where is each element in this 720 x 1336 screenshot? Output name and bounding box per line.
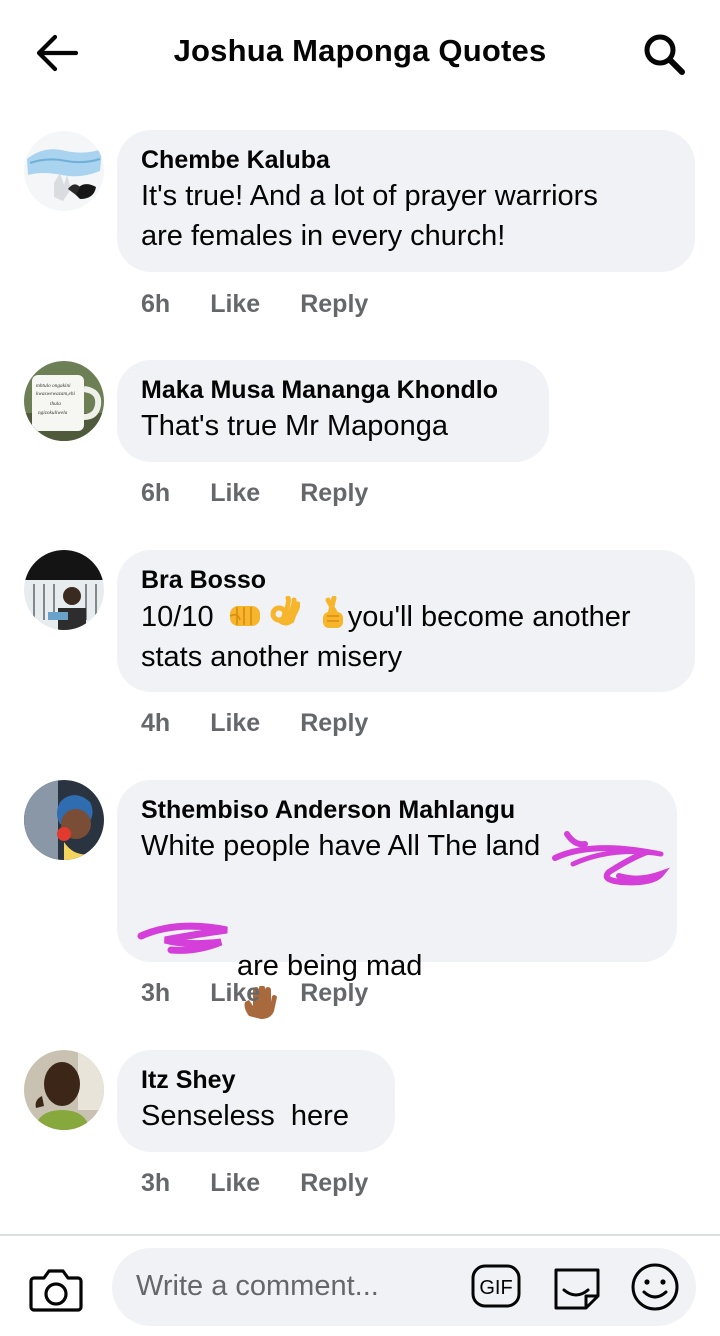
comment-text: 10/10 you'll become another stats anothe… [141,596,671,677]
comment-bubble[interactable]: Bra Bosso 10/10 you'll become another st… [117,550,695,692]
comment-text-part: you'll become another stats another mise… [141,601,631,673]
comment-text: It's true! And a lot of prayer warriors … [141,180,598,252]
mug-photo-icon: mhtulo ongakini kwaswewazam,ehi thula ng… [24,361,104,441]
comment-time[interactable]: 6h [141,479,170,508]
comment-author[interactable]: Chembe Kaluba [141,144,671,176]
comment-bubble[interactable]: Itz Shey Senseless here [117,1050,395,1152]
comment-actions: 4h Like Reply [141,709,368,738]
like-button[interactable]: Like [210,979,260,1008]
search-icon [644,34,685,75]
mug-text-line: kwaswewazam,ehi [36,391,76,397]
comment-text: That's true Mr Maponga [141,410,448,442]
gif-icon: GIF [471,1264,521,1308]
like-button[interactable]: Like [210,1169,260,1198]
comment-bubble[interactable]: Maka Musa Mananga Khondlo That's true Mr… [117,360,549,462]
redaction-scribble [137,922,228,954]
comment-time[interactable]: 3h [141,979,170,1008]
comment-text-part: 10/10 [141,601,214,633]
avatar[interactable] [24,131,104,211]
like-button[interactable]: Like [210,479,260,508]
man-selfie-photo-icon [24,1050,104,1130]
comment-actions: 3h Like Reply [141,1169,368,1198]
comment-bubble[interactable]: Sthembiso Anderson Mahlangu White people… [117,780,677,1019]
gif-label: GIF [479,1277,512,1299]
reply-button[interactable]: Reply [300,979,368,1008]
ok-hand-emoji-icon [270,596,300,626]
reply-button[interactable]: Reply [300,1169,368,1198]
comment-time[interactable]: 6h [141,290,170,319]
mug-text-line: thula [50,401,61,407]
comment-bubble[interactable]: Chembe Kaluba It's true! And a lot of pr… [117,130,695,272]
like-button[interactable]: Like [210,290,260,319]
comment-time[interactable]: 3h [141,1169,170,1198]
page-title: Joshua Maponga Quotes [173,33,547,68]
face-mask-photo-icon [24,131,104,211]
reply-button[interactable]: Reply [300,709,368,738]
child-photo-icon [24,780,104,860]
comment-input-container: GIF [112,1248,696,1326]
sticker-button[interactable] [550,1260,604,1314]
avatar[interactable] [24,550,104,630]
avatar[interactable] [24,1050,104,1130]
comment-composer: GIF [0,1234,720,1336]
top-bar: Joshua Maponga Quotes [0,0,720,106]
comment-time[interactable]: 4h [141,709,170,738]
oncoming-fist-emoji-icon [229,606,260,626]
comment-author[interactable]: Maka Musa Mananga Khondlo [141,374,525,406]
comment-text-part: are being mad [237,950,423,982]
reply-button[interactable]: Reply [300,290,368,319]
smiley-icon [631,1263,679,1311]
comment-actions: 6h Like Reply [141,290,368,319]
like-button[interactable]: Like [210,709,260,738]
sticker-icon [554,1268,600,1310]
comment-actions: 3h Like Reply [141,979,368,1008]
avatar[interactable]: mhtulo ongakini kwaswewazam,ehi thula ng… [24,361,104,441]
comment-author[interactable]: Sthembiso Anderson Mahlangu [141,794,653,826]
comment-text: Senseless here [141,1100,349,1132]
mug-text-line: mhtulo ongakini [36,383,71,389]
redaction-scribble [552,831,671,886]
search-button[interactable] [638,28,690,80]
man-at-window-photo-icon [24,550,104,630]
reply-button[interactable]: Reply [300,479,368,508]
camera-button[interactable] [28,1264,84,1316]
gif-button[interactable]: GIF [470,1262,522,1310]
emoji-button[interactable] [628,1260,682,1314]
crossed-fingers-emoji-icon [322,596,343,628]
comment-input[interactable] [136,1266,466,1306]
comment-actions: 6h Like Reply [141,479,368,508]
camera-icon [29,1269,83,1312]
avatar[interactable] [24,780,104,860]
mug-text-line: ngizokuliwela [38,410,68,416]
comment-author[interactable]: Itz Shey [141,1064,371,1096]
comment-author[interactable]: Bra Bosso [141,564,671,596]
